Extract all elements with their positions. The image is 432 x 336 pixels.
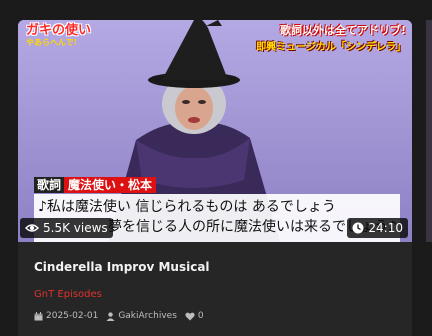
top-caption: 歌詞以外は全てアドリブ! 即興ミュージカル「シンデレラ」 [256,22,406,53]
category-link[interactable]: GnT Episodes [34,289,102,300]
lyric-tag: 歌詞 魔法使い・松本 [34,177,157,193]
video-duration: 24:10 [368,221,403,235]
author-link[interactable]: GakiArchives [118,311,177,321]
caption-line2: 即興ミュージカル「シンデレラ」 [256,42,406,53]
calendar-icon [34,311,43,320]
lyric-line1: ♪私は魔法使い 信じられるものは あるでしょう [38,199,336,215]
eye-icon [25,224,39,232]
views-badge: 5.5K views [20,218,113,238]
heart-icon[interactable] [185,312,195,321]
duration-badge: 24:10 [347,218,408,238]
publish-date: 2025-02-01 [46,311,99,321]
lyric-tag-label: 歌詞 [34,177,65,193]
video-thumbnail[interactable]: ガキの使い やあらへんで! 歌詞以外は全てアドリブ! 即興ミュージカル「シンデレ… [18,20,412,242]
views-count: 5.5K views [43,221,108,235]
logo-line2: やあらへんで! [26,37,78,47]
logo-line1: ガキの使い [26,23,92,38]
video-card[interactable]: ガキの使い やあらへんで! 歌詞以外は全てアドリブ! 即興ミュージカル「シンデレ… [18,20,412,336]
next-card-edge [426,20,432,242]
clock-icon [352,222,364,234]
video-title[interactable]: Cinderella Improv Musical [34,260,210,274]
video-meta: 2025-02-01 GakiArchives 0 [34,311,204,321]
user-icon [106,311,115,321]
caption-line1: 歌詞以外は全てアドリブ! [279,24,406,37]
show-logo: ガキの使い やあらへんで! [26,24,91,47]
likes-count: 0 [197,311,204,321]
lyric-tag-name: 魔法使い・松本 [64,177,157,193]
